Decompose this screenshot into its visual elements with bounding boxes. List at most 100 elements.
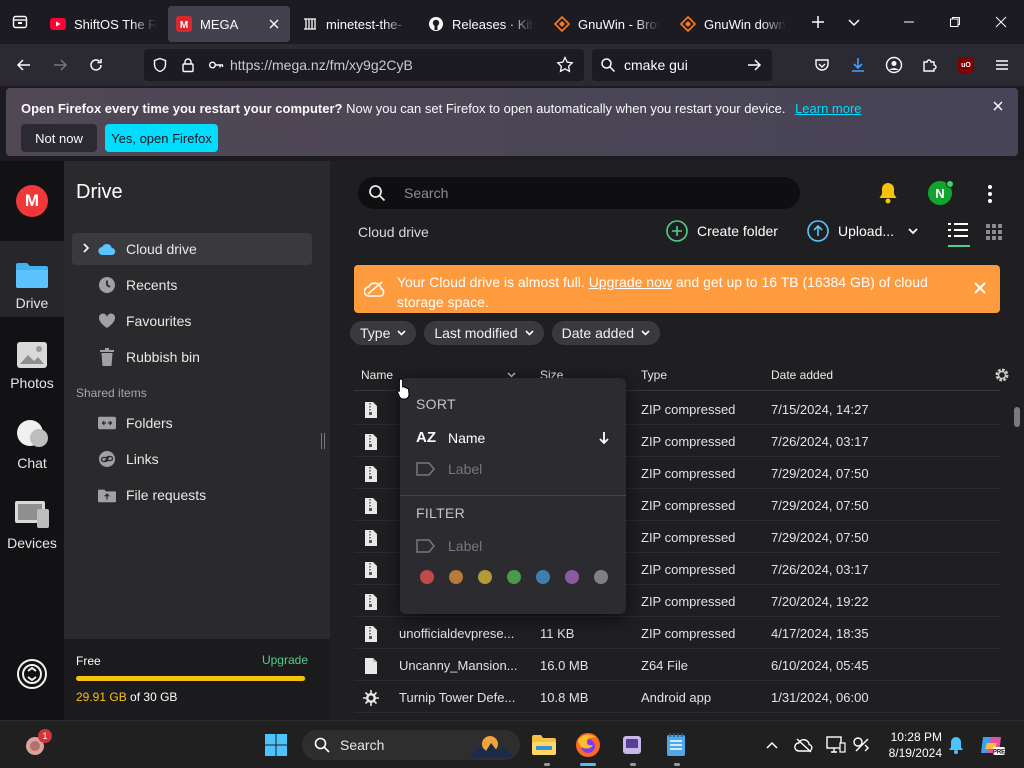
tab-releases[interactable]: Releases · Kitw — [420, 6, 542, 42]
url-bar[interactable]: https://mega.nz/fm/xy9g2CyB — [144, 49, 584, 81]
avatar[interactable]: N — [928, 180, 954, 205]
filter-by-label-option[interactable]: Label — [416, 538, 482, 554]
scrollbar-thumb[interactable] — [1014, 407, 1020, 427]
account-button[interactable] — [876, 49, 912, 81]
extensions-button[interactable] — [912, 49, 948, 81]
rail-photos[interactable]: Photos — [0, 321, 64, 397]
tab-gnuwin-download[interactable]: GnuWin down — [672, 6, 794, 42]
list-view-button[interactable] — [948, 222, 970, 248]
notification-center-button[interactable] — [940, 729, 972, 761]
more-options-icon[interactable] — [988, 185, 992, 203]
lock-icon[interactable] — [180, 57, 196, 73]
column-date-added[interactable]: Date added — [771, 368, 833, 382]
system-clock[interactable]: 10:28 PM 8/19/2024 — [870, 729, 942, 761]
copilot-button[interactable]: PRE — [976, 729, 1008, 761]
sidebar-item-file-requests[interactable]: File requests — [72, 479, 312, 511]
tab-shiftos[interactable]: ShiftOS The Ra — [42, 6, 164, 42]
sort-by-name-option[interactable]: AZ Name — [416, 429, 610, 446]
learn-more-link[interactable]: Learn more — [795, 101, 861, 116]
table-row[interactable]: Turnip Tower Defe... 10.8 MB Android app 1/… — [354, 681, 1000, 713]
filter-date-added[interactable]: Date added — [551, 321, 661, 345]
sidebar-item-recents[interactable]: Recents — [72, 269, 312, 301]
rail-drive[interactable]: Drive — [0, 241, 64, 317]
downloads-button[interactable] — [840, 49, 876, 81]
transfer-sync-icon[interactable] — [16, 658, 48, 690]
minimize-button[interactable] — [886, 0, 932, 44]
pocket-button[interactable] — [804, 49, 840, 81]
table-row[interactable]: Uncanny_Mansion... 16.0 MB Z64 File 6/10/20… — [354, 649, 1000, 681]
label-color-swatch[interactable] — [594, 570, 608, 584]
ublock-button[interactable]: uO — [948, 49, 984, 81]
create-folder-button[interactable]: Create folder — [666, 220, 778, 242]
mega-logo[interactable]: M — [16, 185, 48, 217]
table-row[interactable]: unofficialdevprese... 11 KB ZIP compressed… — [354, 617, 1000, 649]
upgrade-link[interactable]: Upgrade — [262, 653, 308, 667]
show-hidden-icons-button[interactable] — [756, 729, 788, 761]
column-type[interactable]: Type — [641, 368, 667, 382]
yes-open-firefox-button[interactable]: Yes, open Firefox — [105, 124, 218, 152]
new-tab-button[interactable] — [800, 4, 836, 40]
column-settings-gear-icon[interactable] — [994, 367, 1010, 383]
close-notification-icon[interactable] — [992, 100, 1004, 112]
filter-last-modified[interactable]: Last modified — [424, 321, 544, 345]
tray-onedrive[interactable] — [788, 729, 820, 761]
sort-direction-arrow-icon[interactable] — [598, 431, 610, 445]
forward-button[interactable] — [42, 49, 78, 81]
not-now-button[interactable]: Not now — [21, 124, 97, 152]
sidebar-item-rubbish-bin[interactable]: Rubbish bin — [72, 341, 312, 373]
close-banner-icon[interactable] — [974, 282, 986, 294]
sidebar-item-links[interactable]: Links — [72, 443, 312, 475]
taskbar-app-notes[interactable] — [616, 729, 648, 761]
column-name[interactable]: Name — [361, 368, 393, 382]
go-arrow-icon[interactable] — [746, 57, 762, 73]
sort-filter-menu: SORT AZ Name Label FILTER Label — [400, 378, 626, 614]
grid-view-icon[interactable] — [986, 224, 1002, 240]
firefox-view-button[interactable] — [0, 0, 40, 44]
label-color-swatch[interactable] — [565, 570, 579, 584]
taskbar-app-notepad[interactable] — [660, 729, 692, 761]
sidebar-item-cloud-drive[interactable]: Cloud drive — [72, 233, 312, 265]
breadcrumb[interactable]: Cloud drive — [358, 224, 429, 240]
notifications-bell-icon[interactable] — [878, 182, 898, 204]
tab-mega[interactable]: M MEGA — [168, 6, 290, 42]
upgrade-now-link[interactable]: Upgrade now — [589, 274, 672, 290]
label-color-swatch[interactable] — [449, 570, 463, 584]
filter-type[interactable]: Type — [350, 321, 417, 345]
plan-label: Free — [76, 654, 101, 668]
list-all-tabs-button[interactable] — [836, 4, 872, 40]
url-text[interactable]: https://mega.nz/fm/xy9g2CyB — [230, 57, 413, 73]
tab-minetest[interactable]: minetest-the- — [294, 6, 416, 42]
menu-button[interactable] — [984, 49, 1020, 81]
shield-icon[interactable] — [152, 57, 168, 73]
taskbar-search[interactable]: Search — [302, 730, 520, 760]
permissions-key-icon[interactable] — [208, 57, 224, 73]
label-color-swatch[interactable] — [420, 570, 434, 584]
label-color-swatch[interactable] — [507, 570, 521, 584]
close-tab-icon[interactable] — [266, 16, 282, 32]
shared-folder-icon — [98, 414, 116, 432]
sidebar-item-shared-folders[interactable]: Folders — [72, 407, 312, 439]
search-bar[interactable]: cmake gui — [592, 49, 772, 81]
label-color-swatch[interactable] — [536, 570, 550, 584]
upload-button[interactable]: Upload... — [807, 220, 918, 242]
rail-chat[interactable]: Chat — [0, 401, 64, 477]
start-button[interactable] — [260, 729, 292, 761]
back-button[interactable] — [6, 49, 42, 81]
file-date-added: 7/29/2024, 07:50 — [771, 530, 869, 545]
sort-by-label-option[interactable]: Label — [416, 461, 482, 477]
bookmark-star-icon[interactable] — [556, 56, 574, 74]
widgets-button[interactable]: 1 — [20, 729, 52, 761]
tab-gnuwin-browse[interactable]: GnuWin - Brov — [546, 6, 668, 42]
search-query[interactable]: cmake gui — [624, 57, 746, 73]
label-color-swatch[interactable] — [478, 570, 492, 584]
search-input[interactable]: Search — [358, 177, 800, 209]
taskbar-firefox[interactable] — [572, 729, 604, 761]
reload-button[interactable] — [78, 49, 114, 81]
rail-devices[interactable]: Devices — [0, 481, 64, 557]
sidebar-item-favourites[interactable]: Favourites — [72, 305, 312, 337]
maximize-button[interactable] — [932, 0, 978, 44]
clock-date: 8/19/2024 — [888, 746, 942, 760]
sidebar-resize-handle[interactable] — [321, 433, 325, 449]
close-window-button[interactable] — [978, 0, 1024, 44]
taskbar-file-explorer[interactable] — [528, 729, 560, 761]
